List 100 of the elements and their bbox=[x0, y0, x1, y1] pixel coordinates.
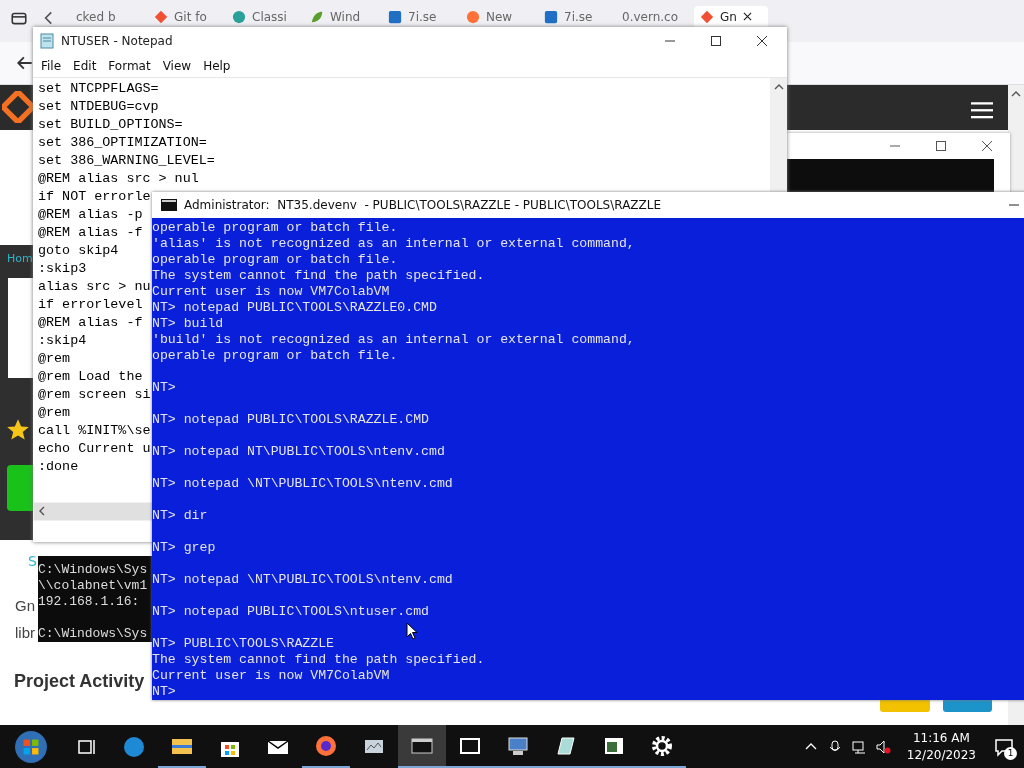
window-title: Administrator: NT35.devenv - PUBLIC\TOOLS\RAZZLE - PUBLIC\TOOLS\RAZZLE bbox=[184, 198, 662, 212]
tab-favicon-icon bbox=[154, 9, 168, 24]
menu-item[interactable]: Help bbox=[197, 59, 237, 73]
firefox-icon bbox=[314, 733, 338, 758]
console-line: NT> bbox=[152, 379, 176, 396]
mouse-pointer-icon bbox=[406, 622, 418, 640]
maximize-icon[interactable] bbox=[936, 141, 946, 151]
console-line: NT> dir bbox=[152, 507, 208, 524]
notification-icon bbox=[994, 736, 1014, 757]
console-line: Current user is now VM7ColabVM bbox=[152, 284, 390, 300]
text-line: @rem bbox=[38, 404, 71, 422]
browser-tab[interactable]: Wind bbox=[304, 6, 378, 27]
text-line: set 386_OPTIMIZATION= bbox=[38, 134, 207, 152]
text-line: :done bbox=[38, 458, 79, 476]
taskbar-app[interactable] bbox=[398, 725, 446, 768]
text-line: @rem bbox=[38, 350, 71, 368]
console-line: \\colabnet\vm1 bbox=[38, 578, 149, 594]
text-line: :skip4 bbox=[38, 332, 87, 350]
text-line: set 386_WARNING_LEVEL= bbox=[38, 152, 215, 170]
text-line: goto skip4 bbox=[38, 242, 119, 260]
text-line: @REM alias -f bbox=[38, 314, 143, 332]
notification-button[interactable]: 1 bbox=[984, 725, 1024, 768]
text-line: if errorlevel bbox=[38, 296, 143, 314]
console-line: NT> notepad \NT\PUBLIC\TOOLS\ntenv.cmd bbox=[152, 571, 453, 588]
tab-favicon-icon bbox=[388, 9, 402, 24]
diamond-logo-icon bbox=[2, 91, 34, 123]
text-line: alias src > nu bbox=[38, 278, 151, 296]
browser-tab[interactable]: New bbox=[460, 6, 534, 27]
close-icon[interactable] bbox=[757, 36, 767, 46]
browser-tab[interactable]: 7i.se bbox=[382, 6, 456, 27]
tab-favicon-icon bbox=[700, 9, 714, 24]
console-line: 'alias' is not recognized as an internal or external command, bbox=[152, 236, 635, 252]
console-icon bbox=[161, 199, 177, 211]
menu-item[interactable]: Edit bbox=[67, 59, 103, 73]
tab-favicon-icon bbox=[466, 9, 480, 24]
text-line: :skip3 bbox=[38, 260, 87, 278]
browser-tab[interactable]: Git fo bbox=[148, 6, 222, 27]
console-line: 192.168.1.16: bbox=[38, 594, 141, 610]
console-line: C:\Windows\Sys bbox=[38, 625, 149, 642]
tab-favicon-icon bbox=[310, 9, 324, 24]
text-line: call %INIT%\se bbox=[38, 422, 151, 440]
console-line: The system cannot find the path specified. bbox=[152, 268, 485, 284]
menu-item[interactable]: Format bbox=[102, 59, 157, 73]
scroll-up-icon[interactable] bbox=[773, 84, 784, 90]
page-text: Gn bbox=[15, 597, 35, 614]
browser-tab[interactable]: 7i.se bbox=[538, 6, 612, 27]
console-line: The system cannot find the path specified. bbox=[152, 652, 485, 668]
text-line: echo Current u bbox=[38, 440, 151, 458]
browser-tab[interactable]: Classi bbox=[226, 6, 300, 27]
console-line: 'build' is not recognized as an internal or external command, bbox=[152, 332, 635, 348]
scroll-left-icon[interactable] bbox=[39, 506, 45, 516]
console-line: Current user is now VM7ColabVM bbox=[152, 668, 390, 684]
volume-muted-icon[interactable] bbox=[874, 738, 891, 755]
menu-item[interactable]: View bbox=[156, 59, 198, 73]
console-line: NT> notepad \NT\PUBLIC\TOOLS\ntenv.cmd bbox=[152, 475, 453, 492]
start-icon[interactable] bbox=[14, 729, 48, 764]
console-line: NT> grep bbox=[152, 539, 216, 556]
section-heading: Project Activity bbox=[14, 671, 145, 692]
menu-item[interactable]: File bbox=[35, 59, 68, 73]
maximize-icon[interactable] bbox=[711, 36, 721, 46]
edge-icon bbox=[122, 734, 146, 759]
browser-tab[interactable]: Gn bbox=[694, 6, 768, 27]
browser-tab[interactable]: cked b bbox=[70, 6, 144, 27]
text-line: set NTCPPFLAGS= bbox=[38, 80, 159, 98]
tab-favicon-icon bbox=[232, 9, 246, 24]
close-tab-icon[interactable] bbox=[742, 12, 752, 21]
close-icon[interactable] bbox=[982, 141, 992, 151]
gear-icon bbox=[650, 733, 674, 758]
console-line: NT> bbox=[152, 684, 176, 700]
console-line: NT> build bbox=[152, 316, 224, 332]
console-line: operable program or batch file. bbox=[152, 348, 398, 364]
back-icon[interactable] bbox=[16, 54, 34, 72]
notepad-icon bbox=[39, 33, 55, 49]
star-icon bbox=[6, 418, 30, 442]
clock-date[interactable]: 12/20/2023 bbox=[906, 746, 976, 764]
console-line: operable program or batch file. bbox=[152, 220, 398, 236]
console-line: NT> notepad NT\PUBLIC\TOOLS\ntenv.cmd bbox=[152, 443, 445, 460]
console-line: operable program or batch file. bbox=[152, 252, 398, 268]
text-line: @REM alias -f bbox=[38, 224, 143, 242]
text-line: if NOT errorle bbox=[38, 188, 151, 206]
page-text: libr bbox=[15, 624, 35, 641]
console-line: NT> notepad PUBLIC\TOOLS\ntuser.cmd bbox=[152, 603, 429, 620]
text-line: set BUILD_OPTIONS= bbox=[38, 116, 183, 134]
text-line: @REM alias src > nul bbox=[38, 170, 199, 188]
network-icon[interactable] bbox=[850, 738, 867, 755]
menu-icon[interactable] bbox=[971, 102, 993, 119]
scroll-up-icon[interactable] bbox=[1011, 91, 1021, 97]
home-link[interactable]: Hom bbox=[7, 252, 33, 265]
browser-tab[interactable]: 0.vern.co bbox=[616, 6, 690, 27]
text-line: set NTDEBUG=cvp bbox=[38, 98, 159, 116]
text-line: @REM alias -p bbox=[38, 206, 143, 224]
clock-time[interactable]: 11:16 AM bbox=[912, 729, 970, 747]
tab-favicon-icon bbox=[544, 9, 558, 24]
window-title: NTUSER - Notepad bbox=[61, 34, 173, 48]
console-line: NT> notepad PUBLIC\TOOLS\RAZZLE.CMD bbox=[152, 411, 429, 428]
console-line: C:\Windows\Sys bbox=[38, 562, 149, 578]
console-line: NT> notepad PUBLIC\TOOLS\RAZZLE0.CMD bbox=[152, 300, 437, 316]
text-line: @rem screen si bbox=[38, 386, 151, 404]
text-line: @rem Load the bbox=[38, 368, 143, 386]
console-line: NT> PUBLIC\TOOLS\RAZZLE bbox=[152, 635, 335, 652]
